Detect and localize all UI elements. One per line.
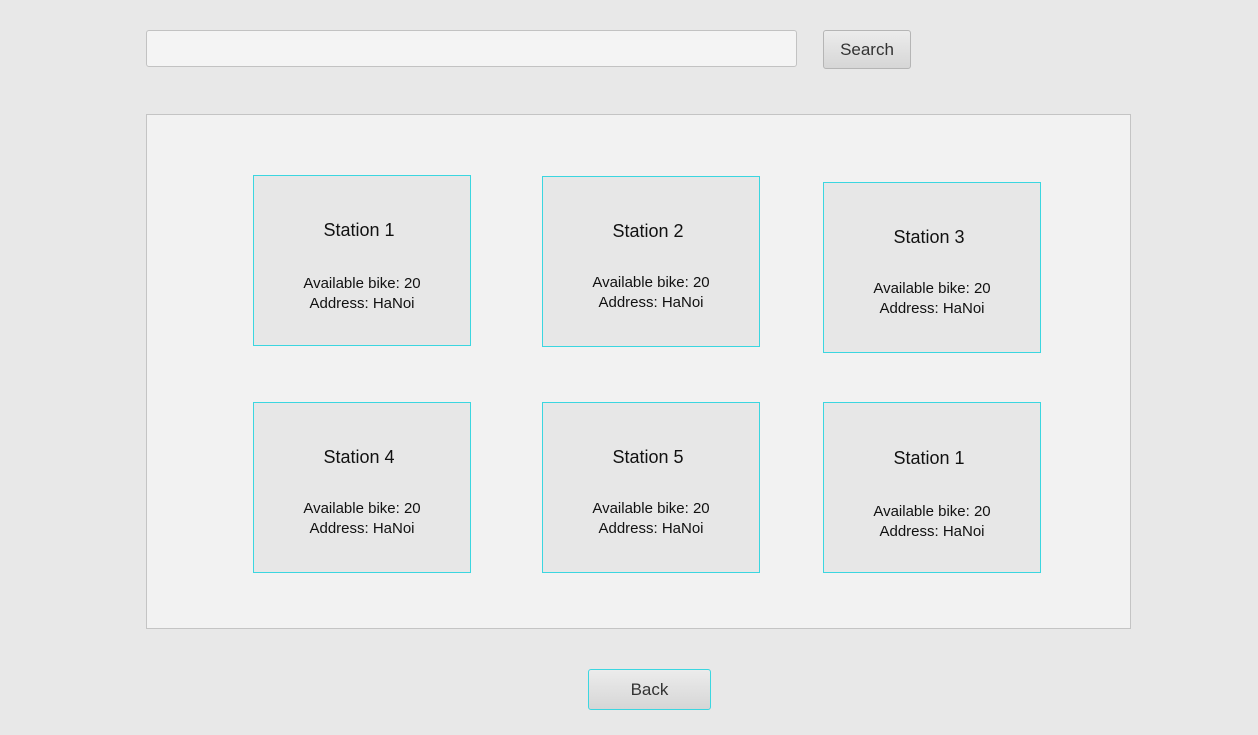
station-address: Address: HaNoi [598,294,704,311]
station-available-bikes: Available bike: 20 [592,274,710,291]
station-address: Address: HaNoi [309,520,415,537]
station-available-bikes: Available bike: 20 [873,280,991,297]
station-card[interactable]: Station 1 Available bike: 20 Address: Ha… [823,402,1041,573]
station-address: Address: HaNoi [879,523,985,540]
station-card[interactable]: Station 4 Available bike: 20 Address: Ha… [253,402,471,573]
app-window: Search Station 1 Available bike: 20 Addr… [0,0,1258,735]
station-list-panel: Station 1 Available bike: 20 Address: Ha… [146,114,1131,629]
station-name: Station 1 [323,220,395,240]
station-name: Station 3 [893,227,965,247]
station-card[interactable]: Station 5 Available bike: 20 Address: Ha… [542,402,760,573]
station-address: Address: HaNoi [879,300,985,317]
back-button[interactable]: Back [588,669,711,710]
station-available-bikes: Available bike: 20 [592,500,710,517]
search-input[interactable] [146,30,797,67]
station-name: Station 4 [323,447,395,467]
station-available-bikes: Available bike: 20 [303,275,421,292]
station-name: Station 1 [893,448,965,468]
station-details: Available bike: 20 Address: HaNoi [824,502,1040,542]
station-details: Available bike: 20 Address: HaNoi [824,279,1040,319]
station-available-bikes: Available bike: 20 [303,500,421,517]
station-card[interactable]: Station 3 Available bike: 20 Address: Ha… [823,182,1041,353]
station-card[interactable]: Station 1 Available bike: 20 Address: Ha… [253,175,471,346]
station-card[interactable]: Station 2 Available bike: 20 Address: Ha… [542,176,760,347]
station-details: Available bike: 20 Address: HaNoi [543,499,759,539]
station-details: Available bike: 20 Address: HaNoi [254,274,470,314]
station-name: Station 5 [612,447,684,467]
station-details: Available bike: 20 Address: HaNoi [543,273,759,313]
station-name: Station 2 [612,221,684,241]
station-address: Address: HaNoi [598,520,704,537]
station-details: Available bike: 20 Address: HaNoi [254,499,470,539]
station-address: Address: HaNoi [309,295,415,312]
station-available-bikes: Available bike: 20 [873,503,991,520]
search-button[interactable]: Search [823,30,911,69]
